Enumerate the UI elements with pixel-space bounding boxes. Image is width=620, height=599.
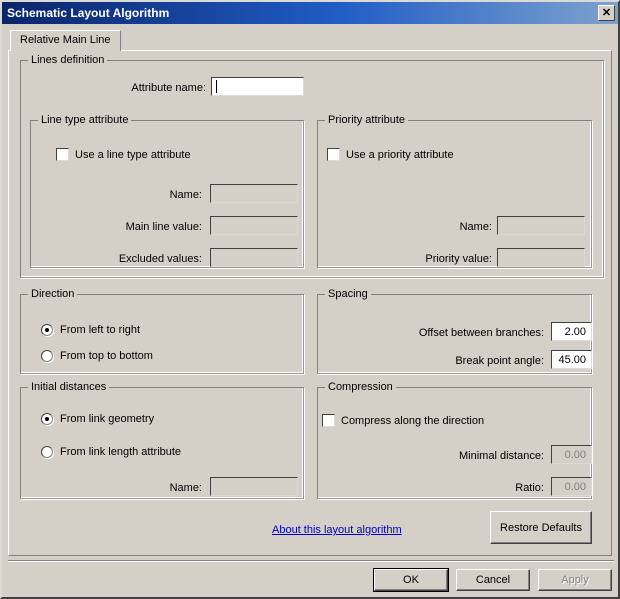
group-title-line-type-attribute: Line type attribute — [38, 114, 132, 126]
main-line-value-input[interactable] — [210, 216, 298, 235]
footer-separator — [8, 560, 614, 562]
radio-label: From link geometry — [60, 413, 155, 425]
line-type-name-input[interactable] — [210, 184, 298, 203]
radio-label: From top to bottom — [60, 350, 153, 362]
radio-dot-icon — [41, 350, 53, 362]
radio-from-link-length-attribute[interactable]: From link length attribute — [41, 446, 181, 458]
window-title: Schematic Layout Algorithm — [7, 6, 170, 20]
radio-dot-icon — [41, 413, 53, 425]
attribute-name-input[interactable] — [211, 77, 304, 96]
label-attribute-name: Attribute name: — [131, 82, 206, 94]
checkbox-label: Use a priority attribute — [346, 148, 454, 161]
group-title-compression: Compression — [325, 381, 396, 393]
radio-dot-icon — [41, 324, 53, 336]
about-layout-algorithm-link[interactable]: About this layout algorithm — [272, 524, 402, 536]
apply-button[interactable]: Apply — [538, 569, 612, 591]
checkbox-label: Compress along the direction — [341, 414, 485, 427]
restore-defaults-button[interactable]: Restore Defaults — [490, 511, 592, 544]
checkbox-label: Use a line type attribute — [75, 148, 191, 161]
checkbox-box-icon — [322, 414, 335, 427]
label-priority-name: Name: — [459, 221, 492, 233]
group-title-lines-definition: Lines definition — [28, 54, 108, 66]
label-main-line-value: Main line value: — [125, 221, 202, 233]
tab-relative-main-line[interactable]: Relative Main Line — [10, 30, 121, 51]
checkbox-use-priority-attribute[interactable]: Use a priority attribute — [327, 148, 454, 161]
dialog-window: Schematic Layout Algorithm ✕ Relative Ma… — [0, 0, 620, 599]
group-title-initial-distances: Initial distances — [28, 381, 110, 393]
excluded-values-input[interactable] — [210, 248, 298, 267]
label-excluded-values: Excluded values: — [118, 253, 202, 265]
label-break-point-angle: Break point angle: — [455, 355, 544, 367]
label-ratio: Ratio: — [515, 482, 544, 494]
label-initial-distances-name: Name: — [169, 482, 202, 494]
radio-from-top-to-bottom[interactable]: From top to bottom — [41, 350, 153, 362]
ok-button[interactable]: OK — [373, 568, 449, 592]
group-title-spacing: Spacing — [325, 288, 371, 300]
group-title-priority-attribute: Priority attribute — [325, 114, 409, 126]
checkbox-use-line-type-attribute[interactable]: Use a line type attribute — [56, 148, 191, 161]
label-line-type-name: Name: — [169, 189, 202, 201]
close-icon[interactable]: ✕ — [598, 5, 615, 21]
minimal-distance-input[interactable]: 0.00 — [551, 445, 592, 464]
checkbox-box-icon — [56, 148, 69, 161]
priority-name-input[interactable] — [497, 216, 585, 235]
text-caret — [216, 80, 217, 93]
radio-dot-icon — [41, 446, 53, 458]
radio-label: From left to right — [60, 324, 141, 336]
radio-label: From link length attribute — [60, 446, 182, 458]
radio-from-link-geometry[interactable]: From link geometry — [41, 413, 154, 425]
label-offset-between-branches: Offset between branches: — [418, 327, 544, 339]
checkbox-compress-along-direction[interactable]: Compress along the direction — [322, 414, 484, 427]
radio-from-left-to-right[interactable]: From left to right — [41, 324, 140, 336]
cancel-button[interactable]: Cancel — [456, 569, 530, 591]
label-minimal-distance: Minimal distance: — [459, 450, 544, 462]
initial-distances-name-input[interactable] — [210, 477, 298, 496]
priority-value-input[interactable] — [497, 248, 585, 267]
offset-between-branches-input[interactable]: 2.00 — [551, 322, 592, 341]
group-priority-attribute: Priority attribute — [317, 114, 592, 268]
break-point-angle-input[interactable]: 45.00 — [551, 350, 592, 369]
group-title-direction: Direction — [28, 288, 78, 300]
label-priority-value: Priority value: — [425, 253, 492, 265]
ratio-input[interactable]: 0.00 — [551, 477, 592, 496]
checkbox-box-icon — [327, 148, 340, 161]
title-bar: Schematic Layout Algorithm ✕ — [2, 2, 618, 24]
